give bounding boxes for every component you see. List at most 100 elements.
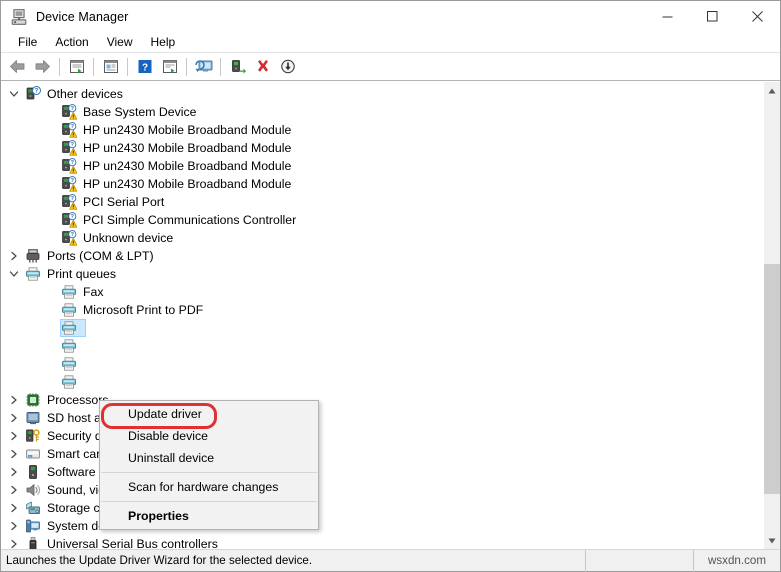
tree-item-label: Universal Serial Bus controllers	[47, 537, 218, 549]
tree-item-label: HP un2430 Mobile Broadband Module	[83, 123, 292, 137]
scan-for-hardware-changes-button[interactable]	[191, 55, 216, 79]
tree-item-content	[61, 338, 85, 354]
maximize-button[interactable]	[690, 1, 735, 32]
window-title: Device Manager	[36, 9, 129, 24]
usb-controller-icon	[25, 536, 41, 549]
chevron-right-icon	[11, 467, 17, 477]
tree-item-content: Ports (COM & LPT)	[22, 248, 156, 264]
menu-view[interactable]: View	[98, 33, 142, 52]
tree-item-content: Processors	[22, 392, 111, 408]
tree-item-label: PCI Simple Communications Controller	[83, 213, 297, 227]
properties-button[interactable]	[98, 55, 123, 79]
uninstall-device-button[interactable]	[250, 55, 275, 79]
chevron-right-icon[interactable]	[6, 536, 22, 549]
tree-item[interactable]: Microsoft Print to PDF	[1, 301, 763, 319]
scrollbar-track[interactable]	[764, 99, 780, 532]
minimize-button[interactable]	[645, 1, 690, 32]
update-driver-button[interactable]	[157, 55, 182, 79]
chevron-right-icon[interactable]	[6, 446, 22, 462]
tree-item-label: HP un2430 Mobile Broadband Module	[83, 177, 292, 191]
context-menu-item[interactable]: Properties	[100, 505, 318, 527]
chevron-right-icon	[11, 521, 17, 531]
smart-card-reader-icon	[25, 446, 41, 462]
vertical-scrollbar[interactable]	[763, 82, 780, 549]
toolbar-separator	[59, 57, 60, 76]
tree-item[interactable]: Universal Serial Bus controllers	[1, 535, 763, 549]
show-hidden-devices-button[interactable]	[64, 55, 89, 79]
printer-icon	[61, 302, 77, 318]
tree-item-content: Universal Serial Bus controllers	[22, 536, 220, 549]
tree-item[interactable]: ? Base System Device	[1, 103, 763, 121]
show-hidden-devices-icon	[69, 60, 84, 74]
tree-item[interactable]: ? HP un2430 Mobile Broadband Module	[1, 175, 763, 193]
warning-device-icon: ?	[61, 104, 78, 120]
device-manager-window: Device Manager File Action View Help ? ?…	[0, 0, 781, 572]
chevron-down-icon[interactable]	[6, 86, 22, 102]
scroll-up-button[interactable]	[764, 82, 780, 99]
printer-icon	[61, 374, 77, 390]
enable-device-button[interactable]	[225, 55, 250, 79]
context-menu[interactable]: Update driver Disable device Uninstall dev…	[99, 400, 319, 530]
tree-item-content	[61, 374, 85, 390]
tree-item[interactable]	[1, 337, 763, 355]
chevron-right-icon[interactable]	[6, 464, 22, 480]
chevron-down-icon	[9, 271, 19, 277]
tree-item[interactable]: Fax	[1, 283, 763, 301]
chevron-down-icon[interactable]	[6, 266, 22, 282]
window-controls	[645, 1, 780, 32]
tree-item[interactable]	[1, 355, 763, 373]
tree-item[interactable]: ? HP un2430 Mobile Broadband Module	[1, 121, 763, 139]
tree-item-content: ? Other devices	[22, 86, 125, 102]
chevron-right-icon[interactable]	[6, 248, 22, 264]
scroll-down-button[interactable]	[764, 532, 780, 549]
chevron-right-icon[interactable]	[6, 518, 22, 534]
chevron-down-icon	[9, 91, 19, 97]
menu-help[interactable]: Help	[142, 33, 185, 52]
tree-item-label: Microsoft Print to PDF	[83, 303, 204, 317]
toolbar-separator	[220, 57, 221, 76]
tree-item[interactable]: ? PCI Simple Communications Controller	[1, 211, 763, 229]
context-menu-item[interactable]: Disable device	[100, 425, 318, 447]
tree-item[interactable]: ? HP un2430 Mobile Broadband Module	[1, 157, 763, 175]
watermark: wsxdn.com	[708, 553, 766, 567]
help-button[interactable]: ?	[132, 55, 157, 79]
toolbar-separator	[127, 57, 128, 76]
toolbar: ?	[1, 53, 780, 81]
forward-button[interactable]	[30, 55, 55, 79]
scrollbar-thumb[interactable]	[764, 264, 780, 494]
tree-item[interactable]	[1, 373, 763, 391]
uninstall-device-icon	[257, 60, 268, 72]
tree-item[interactable]: Print queues	[1, 265, 763, 283]
back-button[interactable]	[5, 55, 30, 79]
tree-item-content: ? HP un2430 Mobile Broadband Module	[61, 122, 293, 138]
chevron-right-icon[interactable]	[6, 482, 22, 498]
tree-item[interactable]: Ports (COM & LPT)	[1, 247, 763, 265]
tree-item-label: Ports (COM & LPT)	[47, 249, 154, 263]
menu-file[interactable]: File	[9, 33, 46, 52]
chevron-right-icon[interactable]	[6, 410, 22, 426]
storage-controller-icon	[25, 500, 41, 516]
tree-item[interactable]	[1, 319, 763, 337]
back-icon	[10, 60, 25, 73]
printer-icon	[61, 284, 77, 300]
tree-item-content: ? Unknown device	[61, 230, 175, 246]
title-bar: Device Manager	[1, 1, 780, 32]
tree-item[interactable]: ? PCI Serial Port	[1, 193, 763, 211]
close-button[interactable]	[735, 1, 780, 32]
chevron-right-icon[interactable]	[6, 392, 22, 408]
chevron-right-icon[interactable]	[6, 428, 22, 444]
tree-item[interactable]: ? Unknown device	[1, 229, 763, 247]
context-menu-item[interactable]: Update driver	[100, 403, 318, 425]
download-driver-button[interactable]	[275, 55, 300, 79]
chevron-right-icon[interactable]	[6, 500, 22, 516]
tree-item[interactable]: ? Other devices	[1, 85, 763, 103]
chevron-right-icon	[11, 449, 17, 459]
tree-item[interactable]: ? HP un2430 Mobile Broadband Module	[1, 139, 763, 157]
context-menu-item[interactable]: Uninstall device	[100, 447, 318, 469]
context-menu-item[interactable]: Scan for hardware changes	[100, 476, 318, 498]
tree-item-content: ? Base System Device	[61, 104, 198, 120]
tree-item-content	[60, 319, 86, 337]
menu-action[interactable]: Action	[46, 33, 97, 52]
